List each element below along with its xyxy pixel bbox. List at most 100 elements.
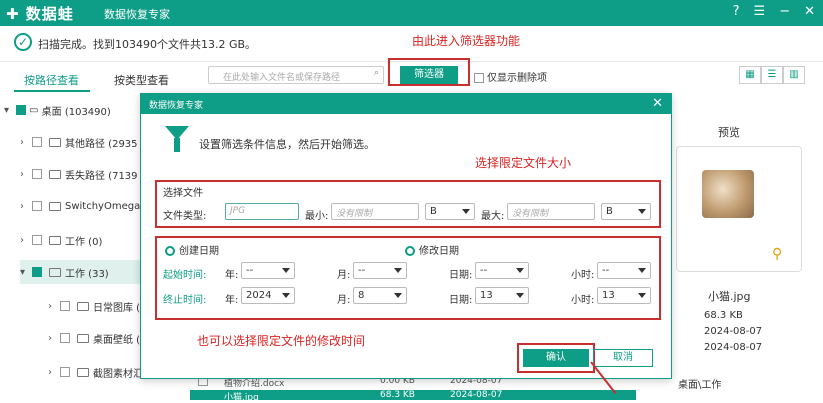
radio-icon [405, 246, 415, 256]
chevron-down-icon [638, 293, 646, 298]
tab-underline [14, 90, 90, 92]
tree-node[interactable]: › 丢失路径 (7139 [20, 162, 138, 186]
end-month-select[interactable]: 8 [353, 287, 407, 304]
tree-node[interactable]: › 其他路径 (2935 [20, 130, 138, 154]
start-time-label: 起始时间: [163, 270, 207, 281]
modify-date-radio[interactable]: 修改日期 [405, 242, 459, 257]
tree-node[interactable]: › SwitchyOmega [20, 194, 140, 218]
start-year-select[interactable]: -- [241, 262, 295, 279]
app-name: 数据恢复专家 [104, 8, 170, 21]
preview-title: 预览 [718, 126, 740, 139]
zoom-icon[interactable]: ⚲ [772, 246, 782, 262]
dialog-description: 设置筛选条件信息，然后开始筛选。 [199, 138, 375, 151]
preview-size: 68.3 KB [704, 310, 743, 321]
tree-node-desktop[interactable]: ▾ ▭ 桌面 (103490) [4, 98, 111, 122]
chevron-down-icon [394, 268, 402, 273]
hour-label: 小时: [571, 295, 595, 306]
day-label: 日期: [449, 295, 473, 306]
chevron-down-icon [282, 293, 290, 298]
tree-node[interactable]: › 日常图库 (29 [48, 294, 153, 318]
chevron-down-icon [394, 293, 402, 298]
min-label: 最小: [305, 211, 329, 222]
chevron-down-icon [282, 268, 290, 273]
close-icon[interactable]: ✕ [652, 96, 663, 111]
list-view-icon[interactable]: ☰ [761, 66, 783, 84]
hour-label: 小时: [571, 270, 595, 281]
month-label: 月: [337, 295, 351, 306]
checkbox-icon [32, 267, 42, 277]
chevron-down-icon: ▾ [20, 266, 26, 278]
folder-icon [49, 169, 61, 179]
tree-node[interactable]: › 工作 (0) [20, 228, 102, 252]
checkbox-icon [60, 301, 70, 311]
chevron-right-icon: › [20, 200, 24, 212]
end-year-select[interactable]: 2024 [241, 287, 295, 304]
file-type-label: 文件类型: [163, 211, 207, 222]
create-date-radio[interactable]: 创建日期 [165, 242, 219, 257]
search-input[interactable]: 在此处输入文件名或保存路径 ⌕ [208, 66, 384, 84]
file-type-input[interactable]: JPG [225, 203, 299, 220]
chevron-down-icon [462, 209, 470, 214]
min-unit-select[interactable]: B [425, 203, 475, 220]
folder-icon [49, 235, 61, 245]
end-day-select[interactable]: 13 [475, 287, 529, 304]
chevron-right-icon: › [48, 366, 52, 378]
minimize-icon[interactable]: − [779, 4, 790, 19]
scan-status: 扫描完成。找到103490个文件共13.2 GB。 [38, 38, 257, 51]
tab-by-path[interactable]: 按路径查看 [24, 72, 79, 88]
chevron-right-icon: › [48, 332, 52, 344]
chevron-down-icon [516, 293, 524, 298]
preview-date: 2024-08-07 [704, 342, 763, 353]
checkbox-icon [32, 235, 42, 245]
chevron-right-icon: › [48, 300, 52, 312]
tab-by-type[interactable]: 按类型查看 [114, 72, 169, 88]
checkbox-icon [16, 105, 26, 115]
max-size-input[interactable]: 没有限制 [507, 203, 595, 220]
close-icon[interactable]: ✕ [804, 4, 815, 19]
chevron-down-icon: ▾ [4, 104, 10, 116]
table-row-selected[interactable]: 小猫.jpg 68.3 KB 2024-08-07 [190, 390, 636, 403]
start-hour-select[interactable]: -- [597, 262, 651, 279]
title-bar: ✚ 数据蛙 数据恢复专家 ? ☰ − ✕ [0, 0, 823, 26]
cancel-button[interactable]: 取消 [593, 349, 653, 367]
end-hour-select[interactable]: 13 [597, 287, 651, 304]
chevron-down-icon [516, 268, 524, 273]
chevron-right-icon: › [20, 234, 24, 246]
tree-node-selected[interactable]: ▾ 工作 (33) [20, 260, 140, 284]
tree-node[interactable]: › 桌面壁纸 (15 [48, 326, 153, 350]
preview-date: 2024-08-07 [704, 326, 763, 337]
detail-view-icon[interactable]: ▥ [783, 66, 805, 84]
app-logo: ✚ 数据蛙 [6, 5, 74, 23]
kitten-image [702, 170, 754, 218]
filter-button[interactable]: 筛选器 [400, 66, 458, 84]
start-month-select[interactable]: -- [353, 262, 407, 279]
max-unit-select[interactable]: B [601, 203, 651, 220]
drive-icon: ▭ [29, 104, 39, 116]
dialog-header: 数据恢复专家 ✕ [141, 94, 671, 114]
folder-icon [77, 333, 89, 343]
folder-icon [49, 267, 61, 277]
filter-dialog: 数据恢复专家 ✕ 设置筛选条件信息，然后开始筛选。 选择限定文件大小 选择文件 … [140, 93, 672, 379]
checkbox-icon [474, 73, 484, 83]
min-size-input[interactable]: 没有限制 [331, 203, 419, 220]
checkbox-icon [60, 367, 70, 377]
menu-icon[interactable]: ☰ [754, 4, 766, 19]
start-day-select[interactable]: -- [475, 262, 529, 279]
select-file-label: 选择文件 [163, 188, 203, 199]
checkbox-icon [32, 137, 42, 147]
chevron-down-icon [638, 209, 646, 214]
annotation-filter: 由此进入筛选器功能 [412, 34, 521, 48]
show-deleted-checkbox[interactable]: 仅显示删除项 [474, 69, 547, 84]
help-icon[interactable]: ? [733, 4, 740, 19]
year-label: 年: [225, 295, 239, 306]
folder-icon [49, 137, 61, 147]
grid-view-icon[interactable]: ▦ [739, 66, 761, 84]
year-label: 年: [225, 270, 239, 281]
chevron-right-icon: › [20, 168, 24, 180]
view-toggle[interactable]: ▦ ☰ ▥ [739, 66, 805, 84]
checkbox-icon [32, 169, 42, 179]
search-icon[interactable]: ⌕ [374, 68, 379, 78]
confirm-button[interactable]: 确认 [523, 349, 589, 367]
annotation-date: 也可以选择限定文件的修改时间 [197, 334, 366, 348]
folder-icon [49, 201, 61, 211]
